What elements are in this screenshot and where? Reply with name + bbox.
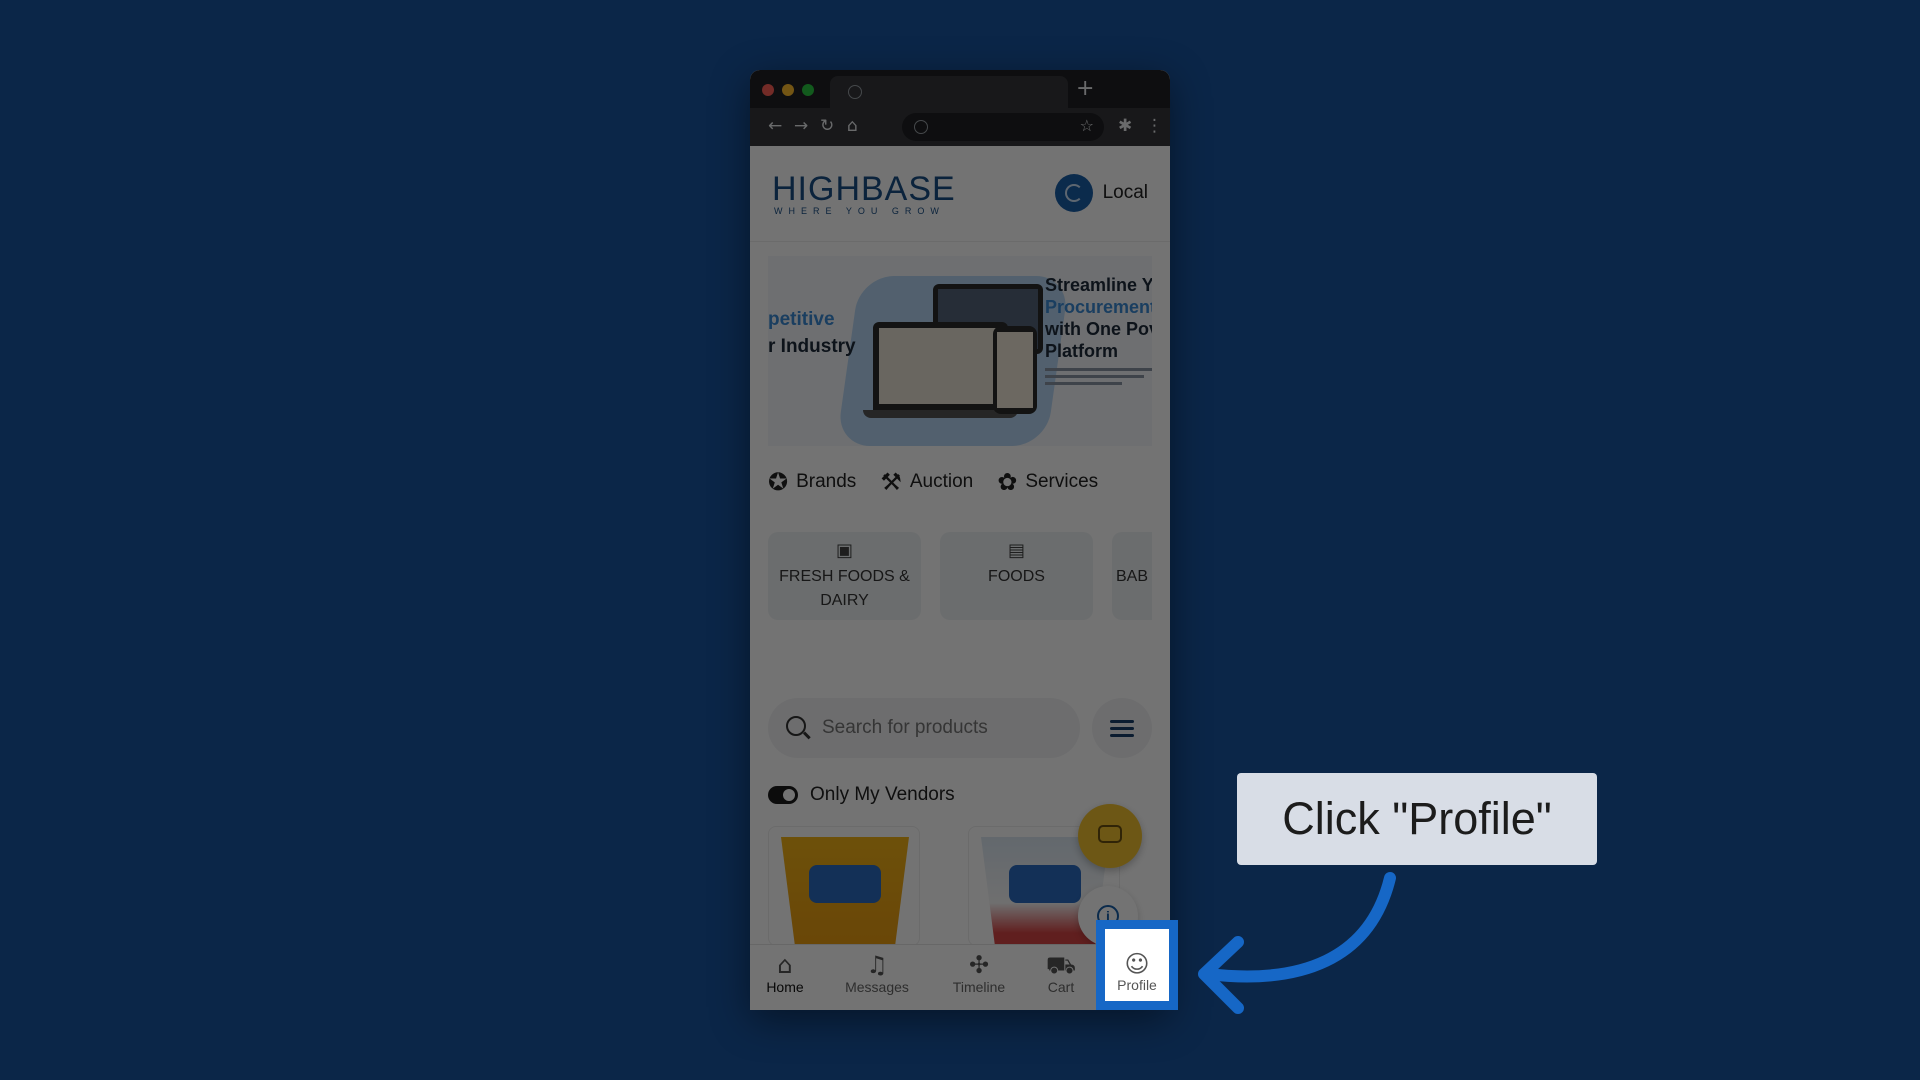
- category-foods[interactable]: ▤ FOODS: [940, 532, 1093, 620]
- nav-label: Messages: [845, 979, 909, 995]
- browser-tab[interactable]: [830, 76, 1068, 108]
- brands-link[interactable]: ✪ Brands: [768, 468, 856, 496]
- home-icon: ⌂: [777, 951, 793, 979]
- category-baby[interactable]: BAB: [1112, 532, 1152, 620]
- app-viewport: HIGHBASE WHERE YOU GROW Local petitive r…: [750, 146, 1170, 1010]
- nav-timeline[interactable]: ✣ Timeline: [944, 951, 1014, 997]
- browser-window: + ← → ↻ ⌂ ☆ ✱ ⋮ HIGHBASE WHERE YOU GROW …: [750, 70, 1170, 1010]
- extensions-icon[interactable]: ✱: [1118, 116, 1132, 136]
- location-button[interactable]: Local: [1054, 174, 1148, 212]
- search-row: [768, 698, 1152, 758]
- pointer-arrow-icon: [1198, 872, 1396, 1014]
- tutorial-callout: Click "Profile": [1237, 773, 1597, 865]
- banner-headline: Streamline Yo Procurement with One Pov P…: [1045, 274, 1152, 362]
- list-icon-line: [1110, 734, 1134, 737]
- nav-messages[interactable]: ♫ Messages: [842, 951, 912, 997]
- nav-cart[interactable]: ⛟ Cart: [1026, 951, 1096, 997]
- brands-label: Brands: [796, 471, 857, 492]
- forward-icon[interactable]: →: [794, 116, 808, 136]
- tab-bar: +: [750, 70, 1170, 108]
- banner-headline-line4: Platform: [1045, 341, 1119, 361]
- auction-label: Auction: [909, 471, 974, 492]
- profile-label: Profile: [1117, 977, 1157, 993]
- nav-label: Cart: [1047, 979, 1075, 995]
- nav-label: Home: [766, 979, 804, 995]
- profile-highlight[interactable]: ☺ Profile: [1096, 920, 1178, 1010]
- list-icon: [1110, 720, 1134, 723]
- product-card-mango-yogurt[interactable]: [768, 826, 920, 946]
- timeline-icon: ✣: [968, 951, 990, 979]
- search-input[interactable]: [822, 698, 1072, 758]
- category-label: FRESH FOODS & DAIRY: [779, 568, 910, 609]
- home-icon[interactable]: ⌂: [847, 116, 858, 136]
- banner-left-text: petitive r Industry: [768, 306, 856, 360]
- nav-home[interactable]: ⌂ Home: [750, 951, 820, 997]
- product-brand-label: [809, 865, 881, 903]
- browser-toolbar: ← → ↻ ⌂ ☆ ✱ ⋮: [750, 108, 1170, 146]
- promo-banner[interactable]: petitive r Industry Streamline Yo Procur…: [768, 256, 1152, 446]
- jar-icon: ▤: [1007, 540, 1025, 561]
- only-my-vendors-label: Only My Vendors: [810, 784, 955, 805]
- category-label: BAB: [1116, 568, 1149, 585]
- vendors-filter: Only My Vendors: [768, 784, 955, 806]
- phone-illustration: [993, 326, 1037, 414]
- logo[interactable]: HIGHBASE: [772, 170, 956, 209]
- address-bar[interactable]: ☆: [902, 113, 1104, 141]
- profile-nav-spotlight[interactable]: ☺ Profile: [1111, 931, 1163, 999]
- basket-icon: ▣: [835, 540, 853, 561]
- auction-link[interactable]: ⚒ Auction: [880, 468, 973, 496]
- list-view-button[interactable]: [1092, 698, 1152, 758]
- service-icon: ✿: [997, 468, 1018, 496]
- cart-icon: ⛟: [1045, 951, 1077, 979]
- gavel-icon: ⚒: [880, 468, 902, 496]
- new-tab-button[interactable]: +: [1076, 76, 1094, 101]
- only-my-vendors-toggle[interactable]: [768, 786, 798, 804]
- maximize-window-button[interactable]: [802, 84, 814, 96]
- bookmark-star-icon[interactable]: ☆: [1080, 116, 1094, 135]
- services-label: Services: [1025, 471, 1099, 492]
- minimize-window-button[interactable]: [782, 84, 794, 96]
- sync-icon: [1054, 174, 1093, 212]
- baby-icon: [1112, 540, 1152, 561]
- category-carousel[interactable]: ▣ FRESH FOODS & DAIRY ▤ FOODS BAB: [768, 532, 1152, 622]
- search-icon: [786, 716, 806, 736]
- badge-icon: ✪: [768, 468, 789, 496]
- chat-button[interactable]: [1078, 804, 1142, 868]
- banner-headline-line3: with One Pov: [1045, 319, 1152, 339]
- back-icon[interactable]: ←: [768, 116, 782, 136]
- profile-icon: ☺: [1124, 950, 1150, 978]
- banner-left-line2: r Industry: [768, 336, 856, 357]
- banner-fine-print: [1045, 368, 1152, 398]
- banner-left-line1: petitive: [768, 309, 835, 330]
- list-icon-line: [1110, 727, 1134, 730]
- location-label: Local: [1102, 182, 1148, 203]
- globe-icon: [848, 85, 862, 99]
- app-header: HIGHBASE WHERE YOU GROW Local: [750, 146, 1170, 242]
- banner-headline-line2: Procurement: [1045, 297, 1152, 317]
- laptop-illustration: [873, 322, 1008, 410]
- product-brand-label: [1009, 865, 1081, 903]
- nav-label: Timeline: [952, 979, 1006, 995]
- banner-headline-line1: Streamline Yo: [1045, 275, 1152, 295]
- services-link[interactable]: ✿ Services: [997, 468, 1098, 496]
- bell-icon: ♫: [866, 951, 888, 979]
- quick-links: ✪ Brands ⚒ Auction ✿ Services: [768, 468, 1158, 496]
- chat-icon: [1098, 825, 1122, 843]
- close-window-button[interactable]: [762, 84, 774, 96]
- reload-icon[interactable]: ↻: [820, 116, 834, 136]
- globe-icon: [914, 120, 928, 134]
- category-label: FOODS: [988, 568, 1045, 585]
- search-box[interactable]: [768, 698, 1080, 758]
- logo-tagline: WHERE YOU GROW: [774, 206, 945, 216]
- category-fresh-foods[interactable]: ▣ FRESH FOODS & DAIRY: [768, 532, 921, 620]
- window-controls: [762, 84, 814, 96]
- browser-menu-icon[interactable]: ⋮: [1146, 116, 1163, 136]
